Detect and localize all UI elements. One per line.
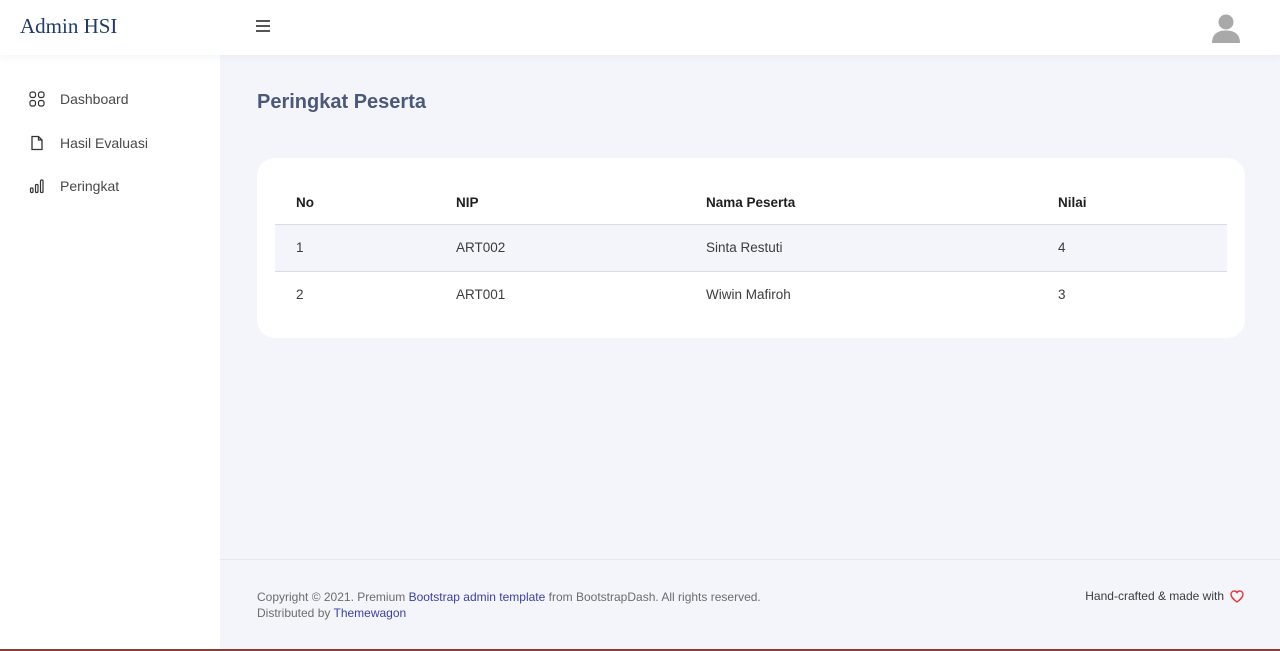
themewagon-link[interactable]: Themewagon [333, 606, 406, 620]
ranking-table: No NIP Nama Peserta Nilai 1 ART002 Sinta… [275, 182, 1227, 318]
cell-no: 2 [296, 287, 304, 303]
bootstrap-template-link[interactable]: Bootstrap admin template [409, 590, 546, 604]
footer: Copyright © 2021. Premium Bootstrap admi… [220, 559, 1280, 651]
menu-toggle-icon[interactable] [256, 20, 270, 34]
footer-copyright: Copyright © 2021. Premium Bootstrap admi… [257, 589, 761, 621]
column-header-nip: NIP [435, 182, 685, 225]
cell-nilai: 3 [1058, 287, 1066, 303]
grid-icon [28, 90, 46, 108]
cell-nip: ART001 [456, 287, 506, 303]
table-row: 2 ART001 Wiwin Mafiroh 3 [275, 271, 1227, 318]
column-header-nama-peserta: Nama Peserta [685, 182, 1037, 225]
heart-icon [1230, 589, 1244, 603]
cell-nama-peserta: Sinta Restuti [685, 224, 1037, 272]
cell-nama-peserta: Wiwin Mafiroh [706, 287, 791, 303]
cell-no: 1 [275, 224, 435, 272]
footer-credit: Hand-crafted & made with [1085, 589, 1244, 603]
column-header-no: No [275, 182, 435, 225]
sidebar: Dashboard Hasil Evaluasi Peringkat [0, 55, 220, 651]
sidebar-item-label: Hasil Evaluasi [60, 135, 148, 151]
footer-credit-text: Hand-crafted & made with [1085, 589, 1224, 603]
bar-chart-icon [28, 177, 46, 195]
sidebar-item-hasil-evaluasi[interactable]: Hasil Evaluasi [28, 132, 208, 154]
cell-nip: ART002 [435, 224, 685, 272]
ranking-card: No NIP Nama Peserta Nilai 1 ART002 Sinta… [257, 158, 1245, 338]
copyright-prefix: Copyright © 2021. Premium [257, 590, 409, 604]
copyright-suffix: from BootstrapDash. All rights reserved. [545, 590, 761, 604]
user-avatar-icon[interactable] [1210, 13, 1242, 43]
sidebar-item-label: Peringkat [60, 178, 120, 194]
sidebar-item-dashboard[interactable]: Dashboard [28, 88, 208, 110]
distributed-prefix: Distributed by [257, 606, 334, 620]
top-navbar: Admin HSI [0, 0, 1280, 55]
sidebar-item-peringkat[interactable]: Peringkat [28, 175, 208, 197]
table-row: 1 ART002 Sinta Restuti 4 [275, 224, 1227, 272]
page-title: Peringkat Peserta [257, 91, 426, 113]
brand-logo[interactable]: Admin HSI [20, 14, 117, 39]
file-icon [28, 134, 46, 152]
sidebar-item-label: Dashboard [60, 91, 129, 107]
main-content: Peringkat Peserta No NIP Nama Peserta Ni… [220, 55, 1280, 559]
cell-nilai: 4 [1037, 224, 1227, 272]
column-header-nilai: Nilai [1037, 182, 1227, 225]
table-header-row: No NIP Nama Peserta Nilai [275, 182, 1227, 225]
